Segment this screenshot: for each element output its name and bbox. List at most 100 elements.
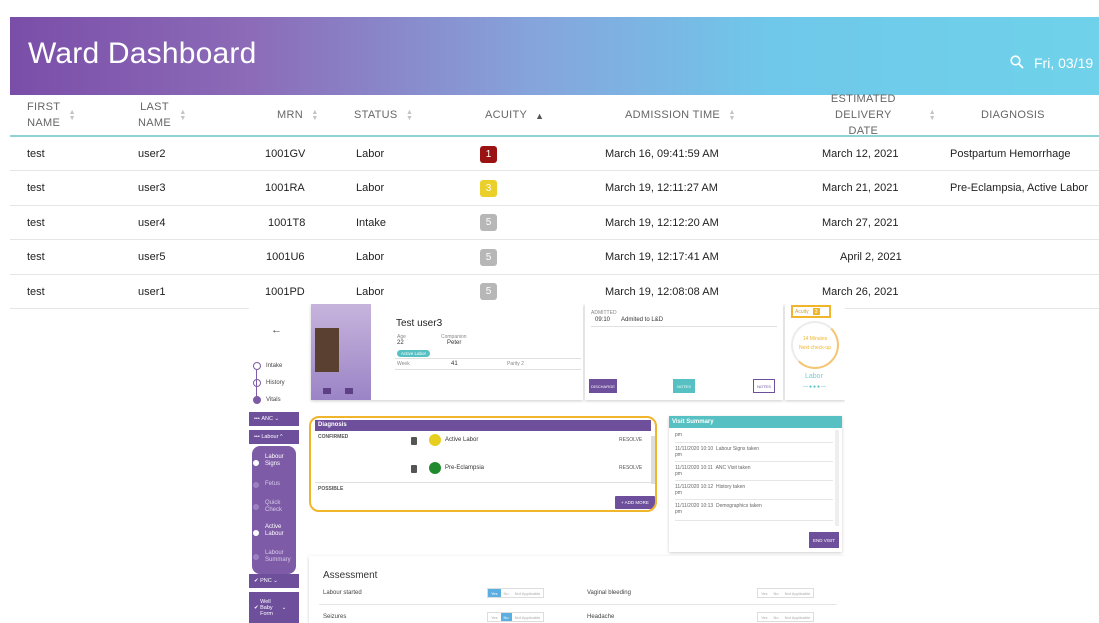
patient-detail-screen: ← Intake History Vitals ••• ANC ⌄ ••• La… bbox=[249, 304, 845, 623]
question-label: Vaginal bleeding bbox=[587, 590, 631, 596]
sidebar-item-labour-signs[interactable]: Labour Signs bbox=[265, 454, 295, 468]
question-label: Headache bbox=[587, 614, 615, 620]
flag-icon[interactable] bbox=[323, 388, 331, 394]
notes-button[interactable]: NOTES bbox=[753, 379, 775, 393]
yes-no-toggle[interactable]: Yes No Not Applicable bbox=[487, 588, 545, 598]
admitted-time: 09:10 bbox=[595, 317, 611, 323]
last-name-cell: user5 bbox=[138, 251, 166, 264]
confirmed-label: CONFIRMED bbox=[318, 434, 349, 440]
check-circle-icon bbox=[253, 379, 261, 387]
add-more-button[interactable]: + ADD MORE bbox=[615, 496, 655, 509]
diagnosis-title: Diagnosis bbox=[315, 420, 651, 431]
divider bbox=[395, 358, 581, 359]
divider bbox=[395, 369, 581, 370]
age-value: 22 bbox=[397, 340, 404, 346]
sidebar-item-anc[interactable]: ••• ANC ⌄ bbox=[249, 412, 299, 426]
search-icon[interactable] bbox=[1010, 55, 1024, 69]
column-header-mrn[interactable]: MRN ▲ ▼ bbox=[277, 95, 337, 137]
step-dot-icon bbox=[253, 554, 259, 560]
trash-icon[interactable] bbox=[411, 437, 417, 445]
sidebar-item-history[interactable]: History bbox=[253, 379, 285, 387]
sort-icon[interactable]: ▲ ▼ bbox=[929, 109, 936, 122]
admission-time-cell: March 16, 09:41:59 AM bbox=[605, 148, 719, 160]
resolve-button[interactable]: RESOLVE bbox=[619, 465, 642, 471]
current-date: Fri, 03/19 bbox=[1034, 55, 1094, 71]
admitted-label: ADMITTED bbox=[591, 310, 617, 316]
table-row[interactable]: test user2 1001GV Labor 1 March 16, 09:4… bbox=[10, 137, 1099, 172]
column-header-first-name[interactable]: FIRST NAME ▲ ▼ bbox=[27, 95, 87, 137]
yes-no-toggle[interactable]: Yes No Not Applicable bbox=[757, 588, 815, 598]
acuity-indicator: Acuity 3 bbox=[791, 305, 831, 318]
mrn-cell: 1001T8 bbox=[268, 216, 306, 229]
first-name-cell: test bbox=[27, 216, 45, 229]
delivery-date-cell: April 2, 2021 bbox=[840, 251, 902, 264]
chevron-down-icon: ⌄ bbox=[272, 416, 280, 422]
divider bbox=[315, 482, 651, 483]
assessment-title: Assessment bbox=[323, 570, 378, 581]
column-header-status[interactable]: STATUS ▲ ▼ bbox=[354, 95, 424, 137]
sidebar-item-quick-check[interactable]: Quick Check bbox=[265, 500, 295, 514]
discharge-button[interactable]: DISCHARGE bbox=[589, 379, 617, 393]
column-header-estimated-delivery-date[interactable]: ESTIMATED DELIVERY DATE ▲ ▼ bbox=[806, 93, 936, 137]
diagnosis-cell: Postpartum Hemorrhage bbox=[950, 148, 1071, 160]
column-header-diagnosis: DIAGNOSIS bbox=[981, 109, 1045, 122]
step-dot-icon bbox=[253, 504, 259, 510]
visit-summary-title: Visit Summary bbox=[669, 416, 842, 428]
end-visit-button[interactable]: END VISIT bbox=[809, 532, 839, 548]
sidebar-item-well-baby[interactable]: ✔ Well Baby Form ⌄ bbox=[249, 592, 299, 623]
column-header-acuity[interactable]: ACUITY ▲ bbox=[485, 95, 555, 137]
diagnosis-row: Pre-Eclampsia RESOLVE bbox=[411, 462, 647, 480]
sidebar-item-pnc[interactable]: ✔ PNC ⌄ bbox=[249, 574, 299, 588]
trash-icon[interactable] bbox=[411, 465, 417, 473]
table-header: FIRST NAME ▲ ▼ LAST NAME ▲ ▼ MRN ▲ ▼ STATUS ▲… bbox=[10, 93, 1099, 137]
sidebar-item-vitals[interactable]: Vitals bbox=[253, 396, 281, 404]
resolve-button[interactable]: RESOLVE bbox=[619, 437, 642, 443]
week-value: 41 bbox=[451, 361, 458, 367]
notes-teal-button[interactable]: NOTES bbox=[673, 379, 695, 393]
last-name-cell: user3 bbox=[138, 182, 166, 195]
delivery-date-cell: March 27, 2021 bbox=[822, 216, 899, 229]
yes-no-toggle[interactable]: Yes No Not Applicable bbox=[487, 612, 545, 622]
scrollbar[interactable] bbox=[651, 436, 655, 484]
table-row[interactable]: test user5 1001U6 Labor 5 March 19, 12:1… bbox=[10, 240, 1099, 275]
timer-minutes: 14 Minutes bbox=[802, 336, 828, 342]
pagination-dots-icon[interactable]: —●●●— bbox=[803, 384, 827, 390]
sidebar-item-fetus[interactable]: Fetus bbox=[265, 481, 280, 488]
patient-avatar bbox=[315, 328, 339, 372]
yes-no-toggle[interactable]: Yes No Not Applicable bbox=[757, 612, 815, 622]
last-name-cell: user4 bbox=[138, 216, 166, 229]
scrollbar[interactable] bbox=[835, 430, 839, 526]
sidebar-item-active-labour[interactable]: Active Labour bbox=[265, 524, 295, 538]
sort-icon[interactable]: ▲ ▼ bbox=[406, 109, 414, 122]
sort-icon[interactable]: ▲ ▼ bbox=[728, 109, 736, 122]
table-row[interactable]: test user3 1001RA Labor 3 March 19, 12:1… bbox=[10, 171, 1099, 206]
sort-ascending-icon[interactable]: ▲ bbox=[535, 112, 544, 121]
sort-icon[interactable]: ▲ ▼ bbox=[179, 109, 187, 122]
mrn-cell: 1001GV bbox=[265, 148, 306, 160]
sort-icon[interactable]: ▲ ▼ bbox=[68, 109, 76, 122]
sort-icon[interactable]: ▲ ▼ bbox=[311, 109, 319, 122]
folder-icon[interactable] bbox=[345, 388, 353, 394]
admission-card: ADMITTED 09:10 Admited to L&D DISCHARGE … bbox=[585, 304, 783, 400]
column-header-last-name[interactable]: LAST NAME ▲ ▼ bbox=[138, 95, 198, 137]
admitted-text: Admited to L&D bbox=[621, 317, 664, 323]
sidebar-item-labour-summary[interactable]: Labour Summary bbox=[265, 550, 295, 564]
arrow-left-icon[interactable]: ← bbox=[271, 324, 282, 336]
column-header-admission-time[interactable]: ADMISSION TIME ▲ ▼ bbox=[625, 95, 745, 137]
sidebar-item-intake[interactable]: Intake bbox=[253, 362, 282, 370]
status-circle-icon bbox=[429, 462, 441, 474]
acuity-card: Acuity 3 14 Minutes Next check-up Labor … bbox=[785, 304, 845, 400]
status-cell: Intake bbox=[356, 216, 386, 229]
sidebar-item-labour[interactable]: ••• Labour ^ bbox=[249, 430, 299, 444]
patient-sidebar: ← Intake History Vitals ••• ANC ⌄ ••• La… bbox=[249, 304, 299, 623]
last-name-cell: user1 bbox=[138, 285, 166, 298]
status-cell: Labor bbox=[356, 182, 385, 195]
check-circle-icon bbox=[253, 362, 261, 370]
page-title: Ward Dashboard bbox=[28, 37, 257, 70]
last-name-cell: user2 bbox=[138, 148, 166, 160]
table-row[interactable]: test user4 1001T8 Intake 5 March 19, 12:… bbox=[10, 205, 1099, 241]
step-dot-icon bbox=[253, 482, 259, 488]
acuity-badge: 3 bbox=[480, 179, 497, 197]
status-cell: Labor bbox=[356, 148, 385, 160]
patient-photo bbox=[311, 304, 371, 400]
